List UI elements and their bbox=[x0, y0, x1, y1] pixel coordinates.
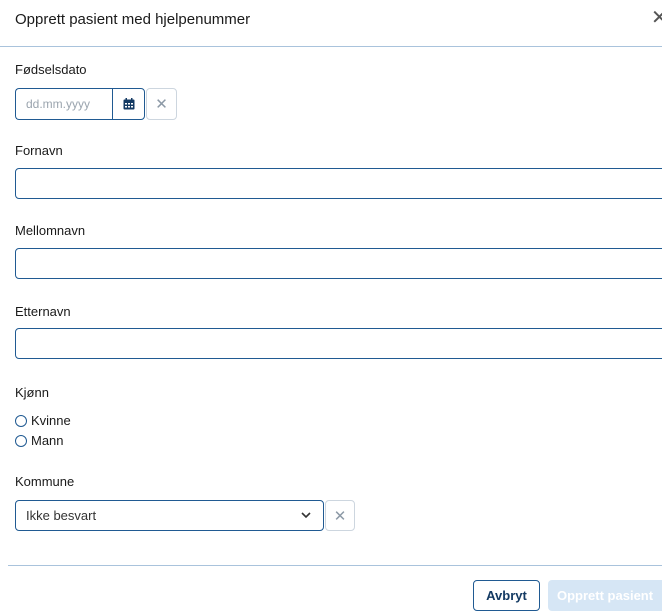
gender-option-label: Mann bbox=[31, 433, 64, 448]
middle-name-input[interactable] bbox=[15, 248, 662, 279]
last-name-label: Etternavn bbox=[15, 304, 71, 319]
municipality-select[interactable]: Ikke besvart bbox=[15, 500, 324, 531]
gender-option-label: Kvinne bbox=[31, 413, 71, 428]
chevron-down-icon bbox=[299, 509, 313, 523]
gender-option-mann[interactable]: Mann bbox=[15, 433, 64, 448]
municipality-label: Kommune bbox=[15, 474, 75, 489]
birthdate-clear-button[interactable]: ✕ bbox=[146, 88, 177, 120]
clear-icon: ✕ bbox=[333, 507, 347, 525]
gender-label: Kjønn bbox=[15, 385, 49, 400]
calendar-icon bbox=[123, 98, 134, 110]
create-patient-button[interactable]: Opprett pasient bbox=[548, 580, 662, 611]
municipality-clear-button[interactable]: ✕ bbox=[325, 500, 355, 531]
last-name-input[interactable] bbox=[15, 328, 662, 359]
calendar-button[interactable] bbox=[112, 88, 145, 120]
close-icon[interactable]: ✕ bbox=[651, 8, 662, 28]
birthdate-label: Fødselsdato bbox=[15, 62, 87, 77]
dialog-header: Opprett pasient med hjelpenummer ✕ bbox=[0, 0, 662, 47]
footer-divider bbox=[8, 565, 662, 566]
first-name-label: Fornavn bbox=[15, 143, 63, 158]
gender-option-kvinne[interactable]: Kvinne bbox=[15, 413, 71, 428]
radio-button[interactable] bbox=[15, 414, 27, 427]
municipality-selected-value: Ikke besvart bbox=[26, 508, 97, 523]
clear-icon: ✕ bbox=[155, 96, 168, 113]
dialog-title: Opprett pasient med hjelpenummer bbox=[15, 11, 251, 28]
radio-button[interactable] bbox=[15, 434, 27, 447]
first-name-input[interactable] bbox=[15, 168, 662, 199]
cancel-button[interactable]: Avbryt bbox=[473, 580, 540, 611]
birthdate-input[interactable] bbox=[15, 88, 113, 120]
middle-name-label: Mellomnavn bbox=[15, 223, 86, 238]
create-patient-dialog: Opprett pasient med hjelpenummer ✕ Fødse… bbox=[0, 0, 662, 611]
